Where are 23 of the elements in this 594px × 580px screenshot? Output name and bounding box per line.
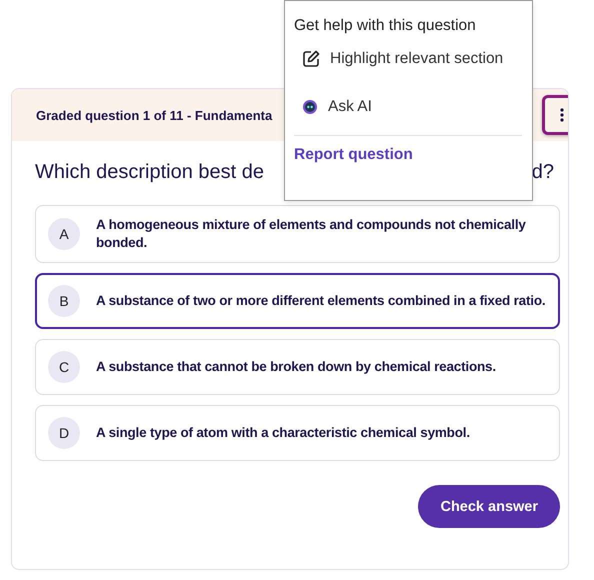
- menu-title: Get help with this question: [294, 17, 477, 35]
- menu-item[interactable]: Highlight relevant section: [294, 35, 522, 83]
- question-counter: Graded question 1 of 11 - Fundamenta: [36, 108, 272, 122]
- answer-option[interactable]: B A substance of two or more different elements combined in a fixed ratio.: [35, 273, 560, 329]
- edit-icon: [302, 50, 320, 68]
- option-letter: D: [48, 417, 80, 449]
- option-text: A homogeneous mixture of elements and compounds not chemically bonded.: [96, 216, 527, 252]
- check-answer-button[interactable]: Check answer: [418, 485, 560, 528]
- answer-option[interactable]: A A homogeneous mixture of elements and compounds not chemically bonded.: [35, 205, 560, 263]
- option-text: A substance that cannot be broken down by chemical reactions.: [96, 358, 496, 376]
- answer-option[interactable]: C A substance that cannot be broken down by chemical reactions.: [35, 339, 560, 395]
- report-question-link[interactable]: Report question: [294, 146, 522, 164]
- option-text: A single type of atom with a characteristic chemical symbol.: [96, 424, 470, 442]
- answer-option[interactable]: D A single type of atom with a characteristic chemical symbol.: [35, 405, 560, 461]
- option-letter: B: [48, 285, 80, 317]
- menu-item[interactable]: Ask AI: [294, 83, 522, 131]
- robot-icon: [302, 99, 318, 115]
- question-text-end: d?: [532, 161, 554, 185]
- option-letter: A: [48, 218, 80, 250]
- option-text: A substance of two or more different elements combined in a fixed ratio.: [96, 292, 546, 310]
- option-letter: C: [48, 351, 80, 383]
- question-text: Which description best de: [35, 161, 264, 185]
- more-icon: [560, 108, 564, 122]
